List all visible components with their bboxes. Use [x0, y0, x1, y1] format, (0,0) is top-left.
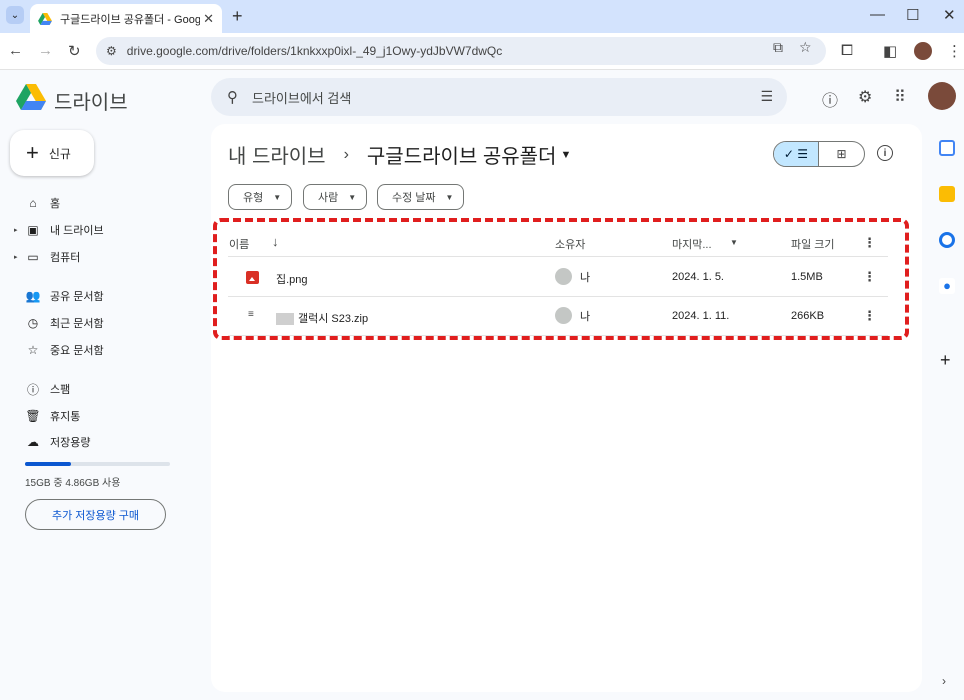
drive-logo-icon[interactable] — [16, 84, 46, 110]
grid-view-button[interactable]: ⊞ — [819, 142, 864, 166]
sidebar-item-label: 저장용량 — [50, 437, 91, 449]
profile-avatar[interactable] — [914, 42, 932, 60]
computer-icon: ▭ — [27, 250, 39, 264]
browser-tab[interactable]: 구글드라이브 공유폴더 - Google ✕ — [30, 4, 222, 33]
folder-title[interactable]: 구글드라이브 공유폴더 — [367, 140, 557, 169]
my-drive-icon: ▣ — [27, 223, 39, 237]
filter-label: 수정 날짜 — [392, 192, 436, 204]
clock-icon: ◷ — [27, 316, 39, 330]
apps-grid-icon[interactable]: ⠿ — [894, 87, 906, 107]
filter-type-chip[interactable]: 유형 ▼ — [228, 184, 293, 210]
tab-close-icon[interactable]: ✕ — [203, 11, 214, 27]
buy-storage-button[interactable]: 추가 저장용량 구매 — [25, 499, 166, 530]
chevron-down-icon: ▼ — [445, 192, 454, 202]
drive-favicon-icon — [38, 12, 52, 25]
help-icon[interactable]: ⓘ — [822, 87, 838, 111]
breadcrumb: 내 드라이브 › 구글드라이브 공유폴더 ▼ — [228, 140, 571, 169]
sidebar-item-label: 최근 문서함 — [50, 318, 104, 330]
sidebar-item-storage[interactable]: ☁ 저장용량 — [14, 432, 90, 452]
sidebar-item-label: 중요 문서함 — [50, 345, 104, 357]
storage-progress-fill — [25, 462, 72, 466]
details-info-icon[interactable]: i — [877, 145, 893, 161]
browser-tab-strip: ⌄ 구글드라이브 공유폴더 - Google ✕ + — ☐ ✕ — [0, 0, 964, 33]
sidebar-item-recent[interactable]: ◷ 최근 문서함 — [14, 313, 104, 333]
new-button-label: 신규 — [48, 146, 71, 161]
search-icon[interactable]: ⚲ — [227, 88, 238, 106]
sidebar-item-trash[interactable]: 🗑 휴지통 — [14, 406, 80, 426]
home-icon: ⌂ — [29, 196, 37, 210]
tab-search-icon[interactable]: ⌄ — [6, 6, 24, 24]
main-content-panel: 내 드라이브 › 구글드라이브 공유폴더 ▼ ✓ ☰ ⊞ i 유형 ▼ 사람 ▼ 수… — [211, 124, 922, 692]
breadcrumb-my-drive[interactable]: 내 드라이브 — [228, 140, 326, 169]
chevron-down-icon[interactable]: ▼ — [560, 149, 571, 161]
tasks-icon[interactable] — [939, 232, 955, 248]
window-close-icon[interactable]: ✕ — [943, 6, 956, 24]
shared-people-icon: 👥 — [25, 289, 41, 303]
view-toggle: ✓ ☰ ⊞ — [773, 141, 865, 167]
search-input[interactable]: 드라이브에서 검색 — [252, 88, 351, 107]
plus-icon: + — [26, 140, 39, 165]
add-addon-icon[interactable]: + — [940, 350, 951, 371]
minimize-icon[interactable]: — — [870, 6, 885, 23]
address-bar[interactable]: ⚙ drive.google.com/drive/folders/1knkxxp… — [96, 37, 826, 65]
chrome-menu-icon[interactable]: ⋮ — [947, 42, 962, 60]
tab-title: 구글드라이브 공유폴더 - Google — [60, 13, 200, 26]
cast-icon[interactable]: ⧉ — [773, 39, 783, 56]
side-panel-icon[interactable]: ◧ — [883, 42, 897, 60]
browser-toolbar: ← → ↻ ⚙ drive.google.com/drive/folders/1… — [0, 33, 964, 70]
calendar-icon[interactable] — [939, 140, 955, 156]
reload-icon[interactable]: ↻ — [68, 42, 81, 60]
chevron-down-icon: ▼ — [348, 192, 357, 202]
back-icon[interactable]: ← — [8, 42, 23, 59]
trash-icon: 🗑 — [25, 409, 41, 423]
sidebar-item-spam[interactable]: ⓘ 스팸 — [14, 379, 70, 399]
sidebar-item-label: 휴지통 — [50, 411, 81, 423]
chevron-down-icon: ▼ — [273, 192, 282, 202]
sidebar-item-label: 공유 문서함 — [50, 291, 104, 303]
drive-search-bar[interactable]: ⚲ 드라이브에서 검색 ☰ — [211, 78, 787, 116]
settings-gear-icon[interactable]: ⚙ — [858, 87, 872, 107]
highlight-annotation-box — [213, 218, 909, 340]
sidebar-item-shared[interactable]: 👥 공유 문서함 — [14, 286, 104, 306]
sidebar-item-label: 컴퓨터 — [50, 252, 81, 264]
site-settings-icon[interactable]: ⚙ — [106, 44, 117, 58]
chevron-right-icon[interactable]: › — [942, 674, 946, 688]
sidebar-item-computers[interactable]: ▸ ▭ 컴퓨터 — [14, 247, 80, 267]
keep-icon[interactable] — [939, 186, 955, 202]
breadcrumb-separator-icon: › — [343, 145, 349, 163]
forward-icon[interactable]: → — [38, 42, 53, 59]
bookmark-star-icon[interactable]: ☆ — [799, 39, 812, 56]
list-view-button[interactable]: ✓ ☰ — [774, 142, 820, 166]
contacts-icon[interactable]: ● — [939, 278, 955, 294]
filter-people-chip[interactable]: 사람 ▼ — [303, 184, 368, 210]
url-text: drive.google.com/drive/folders/1knkxxp0i… — [126, 44, 503, 58]
sidebar-item-starred[interactable]: ☆ 중요 문서함 — [14, 340, 104, 360]
maximize-icon[interactable]: ☐ — [906, 6, 919, 24]
filter-label: 유형 — [243, 192, 264, 204]
new-button[interactable]: + 신규 — [10, 130, 94, 176]
account-avatar[interactable] — [928, 82, 956, 110]
sidebar-item-label: 홈 — [50, 198, 61, 210]
storage-usage-text: 15GB 중 4.86GB 사용 — [25, 478, 121, 489]
star-icon: ☆ — [27, 343, 39, 357]
sidebar-item-my-drive[interactable]: ▸ ▣ 내 드라이브 — [14, 220, 104, 240]
spam-icon: ⓘ — [26, 382, 39, 397]
filter-modified-chip[interactable]: 수정 날짜 ▼ — [377, 184, 465, 210]
sidebar-item-label: 내 드라이브 — [50, 225, 104, 237]
filter-label: 사람 — [318, 192, 339, 204]
extensions-icon[interactable]: ⧠ — [841, 42, 853, 59]
cloud-icon: ☁ — [27, 435, 39, 449]
storage-progress-bar — [25, 462, 170, 466]
app-name[interactable]: 드라이브 — [54, 86, 128, 115]
new-tab-icon[interactable]: + — [232, 6, 243, 27]
sidebar-item-label: 스팸 — [50, 384, 71, 396]
search-options-icon[interactable]: ☰ — [760, 88, 773, 105]
sidebar-item-home[interactable]: ⌂ 홈 — [14, 193, 60, 213]
